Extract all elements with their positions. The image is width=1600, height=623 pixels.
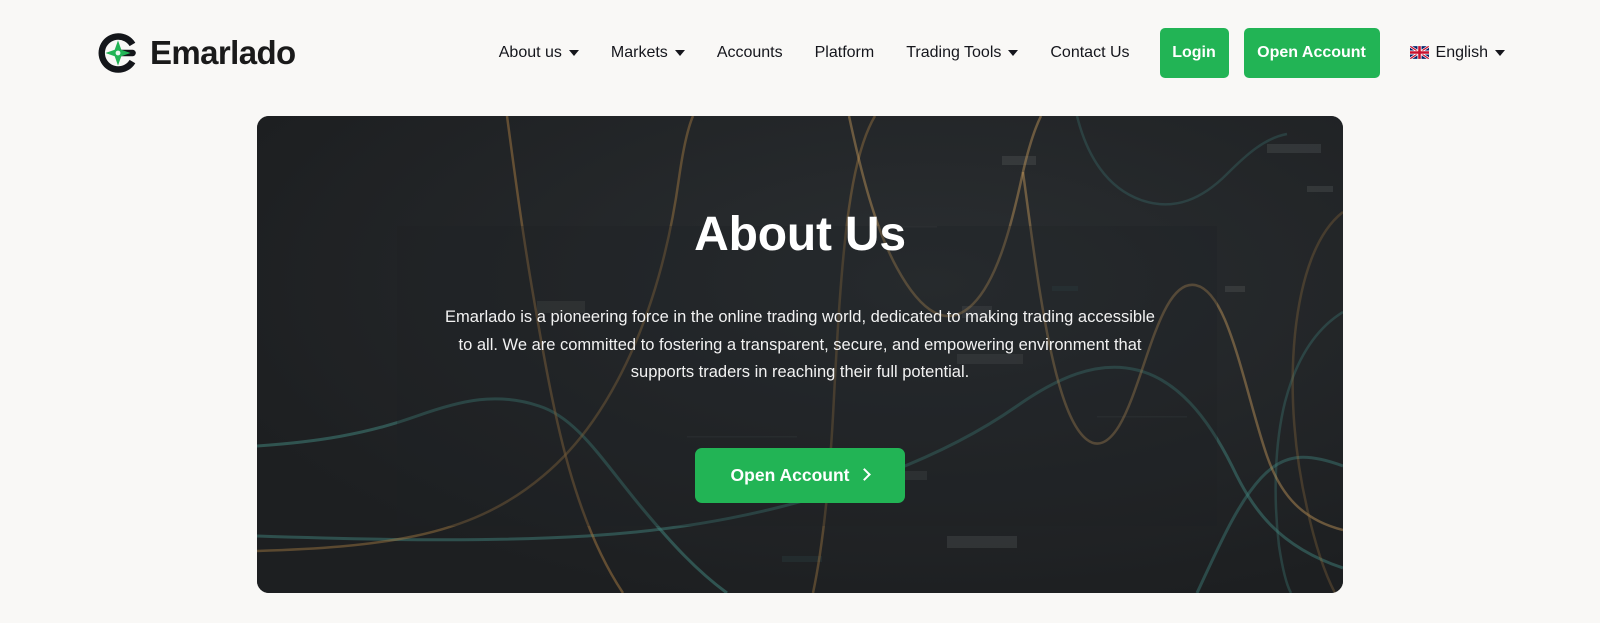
open-account-button[interactable]: Open Account [1243,27,1380,78]
nav-item-label: Platform [814,43,875,61]
chevron-right-icon [858,468,872,481]
chevron-down-icon [568,49,579,56]
login-button[interactable]: Login [1159,27,1229,78]
nav-item-about-us[interactable]: About us [483,44,595,62]
nav-item-trading-tools[interactable]: Trading Tools [890,44,1034,62]
hero-open-account-button[interactable]: Open Account [695,447,905,503]
nav-item-label: Accounts [716,43,783,61]
nav-item-markets[interactable]: Markets [595,44,701,62]
nav-item-contact-us[interactable]: Contact Us [1034,44,1145,62]
site-header: Emarlado About us Markets Accounts Platf… [0,0,1600,105]
nav-item-accounts[interactable]: Accounts [701,44,799,62]
nav-item-platform[interactable]: Platform [799,44,891,62]
brand-name: Emarlado [150,34,296,71]
language-selector[interactable]: English [1409,43,1505,62]
nav-item-label: Contact Us [1050,43,1130,61]
brand-logo[interactable]: Emarlado [95,30,296,76]
chevron-down-icon [674,49,685,56]
hero-section-wrapper: About Us Emarlado is a pioneering force … [0,105,1600,623]
hero-description: Emarlado is a pioneering force in the on… [445,308,1155,381]
uk-flag-icon [1409,46,1429,59]
nav-item-label: Markets [610,43,668,61]
hero-content: About Us Emarlado is a pioneering force … [257,116,1343,593]
hero-card: About Us Emarlado is a pioneering force … [257,116,1343,593]
hero-open-account-label: Open Account [730,464,850,485]
nav-item-label: Trading Tools [906,43,1002,61]
emarlado-ring-star-logo-icon [98,32,136,73]
chevron-down-icon [1495,49,1505,56]
language-label: English [1435,43,1488,61]
nav-item-label: About us [498,43,562,61]
chevron-down-icon [1008,49,1019,56]
primary-navigation: About us Markets Accounts Platform Tradi… [483,27,1505,78]
page-title: About Us [694,208,906,261]
